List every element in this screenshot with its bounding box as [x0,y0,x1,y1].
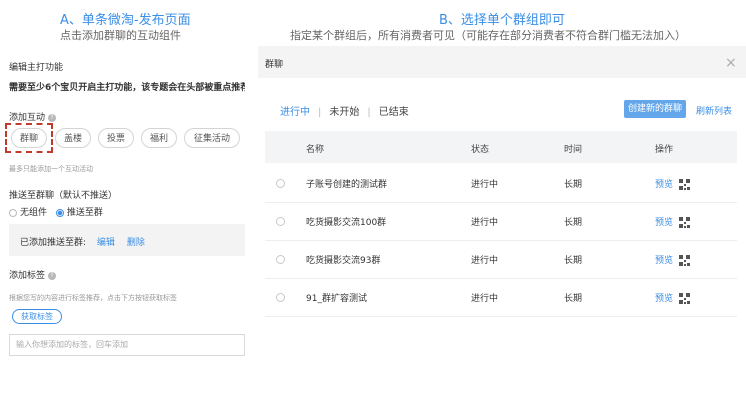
col-name: 名称 [306,145,325,155]
push-label: 推送至群聊（默认不推送） [9,191,118,201]
table-header: 名称 状态 时间 操作 [265,131,737,163]
add-tag-label: 添加标签 [9,271,46,281]
radio-push-label: 推送至群 [66,208,103,218]
preview-link[interactable]: 预览 [655,180,673,190]
tag-welfare[interactable]: 福利 [141,128,177,148]
right-header-subtitle: 指定某个群组后，所有消费者可见（可能存在部分消费者不符合群门槛无法加入） [290,29,686,42]
table-row[interactable]: 91_群扩容测试 进行中 长期 预览 [265,278,737,317]
qr-code-icon[interactable] [678,217,690,228]
radio-none-label: 无组件 [20,208,48,218]
edit-link[interactable]: 编辑 [97,238,115,248]
row-status: 进行中 [471,180,499,190]
modal-title: 群聊 [265,60,284,70]
col-status: 状态 [471,145,490,155]
preview-link[interactable]: 预览 [655,294,673,304]
row-name: 吃货摄影交流100群 [306,218,387,228]
radio-group: 无组件 推送至群 [9,205,103,218]
row-action: 预览 [655,253,690,266]
preview-link[interactable]: 预览 [655,256,673,266]
tab-not-started[interactable]: 未开始 [329,107,359,118]
row-status: 进行中 [471,294,499,304]
row-time: 长期 [564,294,583,304]
right-header-title: B、选择单个群组即可 [439,13,565,28]
qr-code-icon[interactable] [678,255,690,266]
row-time: 长期 [564,256,583,266]
help-icon[interactable]: ? [48,113,57,122]
qr-code-icon[interactable] [678,179,690,190]
table-row[interactable]: 吃货摄影交流93群 进行中 长期 预览 [265,240,737,279]
row-name: 子账号创建的测试群 [306,180,388,190]
help-icon[interactable]: ? [48,271,57,280]
feature-note: 需要至少6个宝贝开启主打功能，该专题会在头部被重点推荐 [9,83,245,93]
row-radio[interactable] [276,179,285,188]
qr-code-icon[interactable] [678,293,690,304]
row-name: 91_群扩容测试 [306,294,367,304]
tab-ended[interactable]: 已结束 [379,107,409,118]
row-time: 长期 [564,218,583,228]
refresh-list-button[interactable]: 刷新列表 [696,104,732,117]
get-tag-button[interactable]: 获取标签 [12,309,62,324]
col-action: 操作 [655,145,674,155]
tag-note: 根据您写的内容进行标签推荐，点击下方按钮获取标签 [9,294,177,302]
tag-input[interactable]: 输入你想添加的标签，回车添加 [9,334,245,356]
row-radio[interactable] [276,255,285,264]
add-interaction-label: 添加互动 [9,113,46,123]
tag-collect-activity[interactable]: 征集活动 [184,128,240,148]
row-radio[interactable] [276,217,285,226]
row-name: 吃货摄影交流93群 [306,256,381,266]
col-time: 时间 [564,145,583,155]
tag-vote[interactable]: 投票 [98,128,134,148]
row-action: 预览 [655,215,690,228]
add-interaction-section: 添加互动? [9,110,57,123]
limit-note: 最多只能添加一个互动活动 [9,165,93,173]
modal-header [258,46,746,78]
table-row[interactable]: 吃货摄影交流100群 进行中 长期 预览 [265,202,737,241]
table-row[interactable]: 子账号创建的测试群 进行中 长期 预览 [265,164,737,203]
row-action: 预览 [655,291,690,304]
tab-in-progress[interactable]: 进行中 [280,107,310,118]
row-action: 预览 [655,177,690,190]
row-status: 进行中 [471,256,499,266]
highlight-box [5,123,53,153]
tag-building[interactable]: 盖楼 [55,128,91,148]
row-status: 进行中 [471,218,499,228]
added-push-row: 已添加推送至群: 编辑 删除 [20,235,145,248]
status-tabs: 进行中 | 未开始 | 已结束 [280,107,409,118]
row-time: 长期 [564,180,583,190]
delete-link[interactable]: 删除 [127,238,145,248]
close-icon[interactable]: × [725,56,737,70]
edit-feature-label: 编辑主打功能 [9,63,64,73]
left-header-title: A、单条微淘-发布页面 [60,13,191,28]
add-tag-section: 添加标签? [9,268,57,281]
create-group-button[interactable]: 创建新的群聊 [624,100,686,118]
preview-link[interactable]: 预览 [655,218,673,228]
left-header-subtitle: 点击添加群聊的互动组件 [60,29,181,42]
radio-push[interactable] [55,208,64,217]
radio-none[interactable] [9,208,17,217]
row-radio[interactable] [276,293,285,302]
added-push-label: 已添加推送至群: [20,238,87,248]
